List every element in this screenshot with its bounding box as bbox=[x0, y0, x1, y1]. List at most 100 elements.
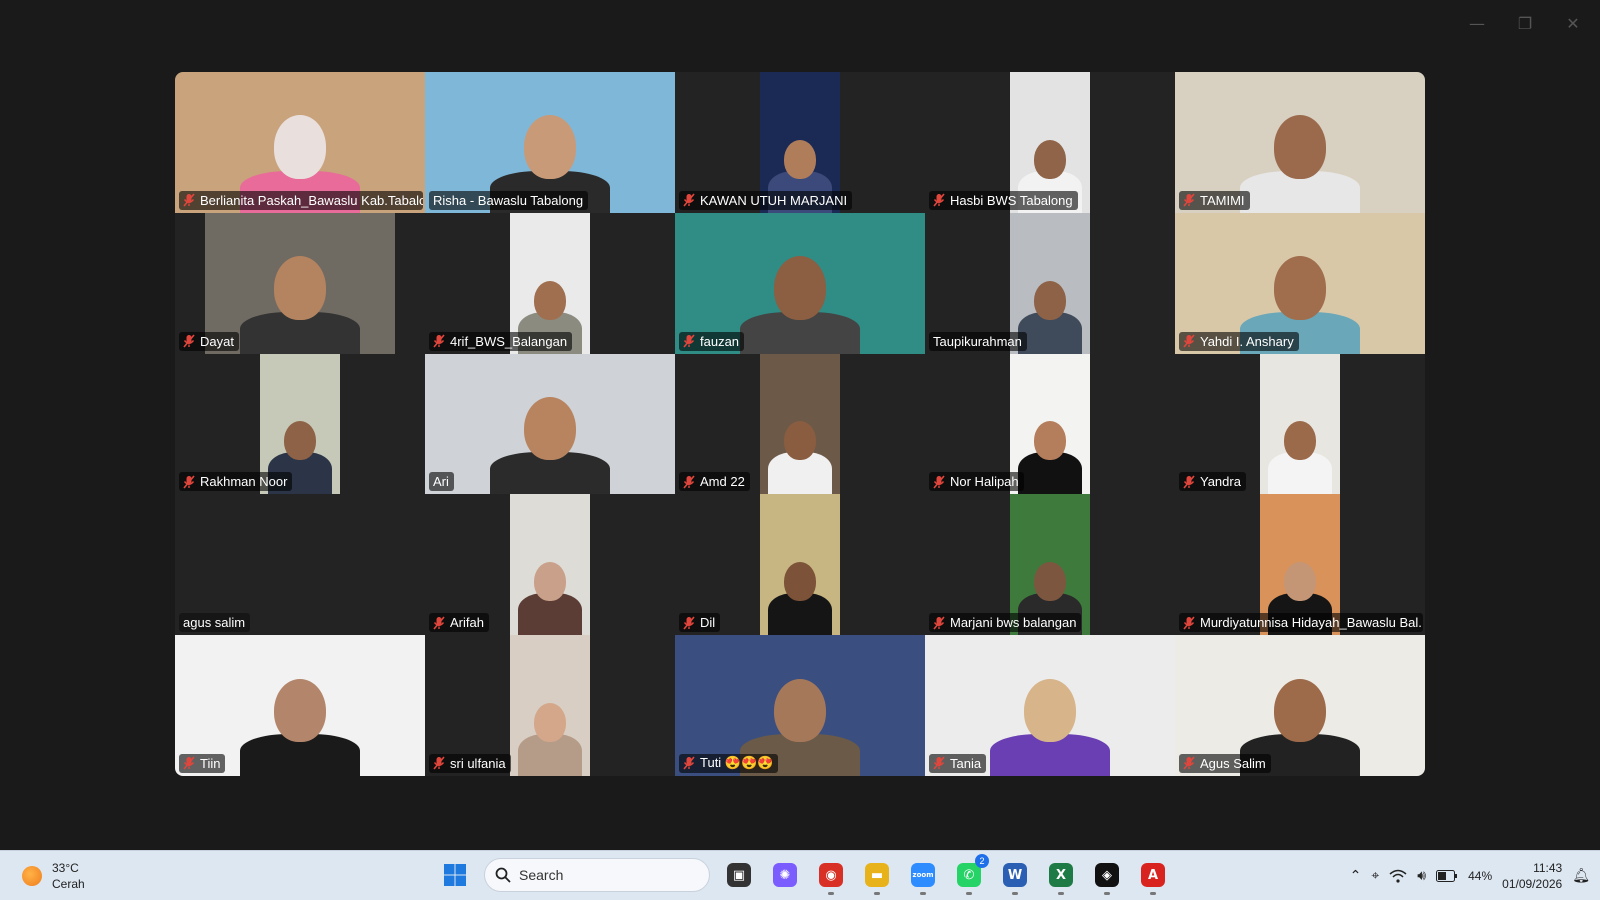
participant-tile[interactable]: Dayat bbox=[175, 212, 425, 354]
participant-tile[interactable]: Dil bbox=[675, 494, 925, 636]
participant-name: Tania bbox=[950, 755, 982, 771]
participant-name: sri ulfania bbox=[450, 755, 506, 771]
participant-tile[interactable]: Murdiyatunnisa Hidayah_Bawaslu Bal... bbox=[1175, 494, 1425, 636]
participant-face bbox=[1034, 562, 1066, 602]
participant-tile[interactable]: KAWAN UTUH MARJANI bbox=[675, 72, 925, 213]
weather-widget[interactable]: 33°C Cerah bbox=[22, 860, 85, 892]
participant-tile[interactable]: sri ulfania bbox=[425, 635, 675, 776]
participant-tile[interactable]: Tiin bbox=[175, 635, 425, 776]
participant-name: Dil bbox=[700, 615, 716, 631]
participant-video bbox=[425, 353, 675, 495]
chrome-taskbar-button[interactable]: ◉ bbox=[814, 858, 848, 895]
participant-tile[interactable]: Marjani bws balangan bbox=[925, 494, 1175, 636]
gallery-view: Berlianita Paskah_Bawaslu Kab.Tabalo... R… bbox=[175, 72, 1425, 776]
participant-tile[interactable]: Arifah bbox=[425, 494, 675, 636]
file-explorer-taskbar-button[interactable]: ▬ bbox=[860, 858, 894, 895]
participant-face bbox=[1034, 139, 1066, 179]
mic-muted-icon bbox=[683, 756, 695, 770]
mic-muted-icon bbox=[183, 475, 195, 489]
chevron-up-icon[interactable]: ⌃ bbox=[1350, 868, 1362, 884]
mic-muted-icon bbox=[1183, 193, 1195, 207]
minimize-icon[interactable]: — bbox=[1464, 10, 1490, 36]
participant-figure bbox=[240, 646, 360, 776]
participant-face bbox=[784, 139, 816, 179]
mic-muted-icon bbox=[183, 193, 195, 207]
participant-tile[interactable]: Hasbi BWS Tabalong bbox=[925, 72, 1175, 213]
participant-name-tag: Tania bbox=[929, 753, 987, 773]
wifi-icon[interactable] bbox=[1389, 869, 1407, 883]
volume-icon[interactable]: 🔊︎ bbox=[1417, 868, 1426, 884]
zoom-taskbar-button[interactable]: zoom bbox=[906, 858, 940, 895]
word-taskbar-button[interactable]: W bbox=[998, 858, 1032, 895]
participant-name-tag: Nor Halipah bbox=[929, 472, 1024, 492]
participant-name-tag: Amd 22 bbox=[679, 472, 750, 492]
participant-name: Dayat bbox=[200, 333, 234, 349]
taskbar-search[interactable]: Search bbox=[484, 858, 710, 892]
participant-face bbox=[524, 115, 576, 179]
participant-name-tag: Hasbi BWS Tabalong bbox=[929, 190, 1078, 210]
participant-name: Yandra bbox=[1200, 474, 1241, 490]
battery-icon[interactable] bbox=[1436, 870, 1458, 882]
capcut-taskbar-button[interactable]: ◈ bbox=[1090, 858, 1124, 895]
task-view-icon: ▣ bbox=[727, 863, 751, 887]
weather-temp: 33°C bbox=[52, 861, 79, 875]
mic-muted-icon bbox=[683, 193, 695, 207]
participant-name-tag: Agus Salim bbox=[1179, 753, 1271, 773]
running-indicator bbox=[1150, 892, 1156, 895]
participant-tile[interactable]: Risha - Bawaslu Tabalong bbox=[425, 72, 675, 213]
acrobat-taskbar-button[interactable]: A bbox=[1136, 858, 1170, 895]
location-icon[interactable]: ⌖ bbox=[1371, 868, 1379, 884]
participant-name: Murdiyatunnisa Hidayah_Bawaslu Bal... bbox=[1200, 615, 1423, 631]
search-label: Search bbox=[519, 867, 564, 883]
participant-tile[interactable]: Rakhman Noor bbox=[175, 353, 425, 495]
participant-face bbox=[534, 702, 566, 742]
participant-video bbox=[760, 353, 840, 495]
participant-tile[interactable]: fauzan bbox=[675, 212, 925, 354]
participant-tile[interactable]: Tuti 😍😍😍 bbox=[675, 635, 925, 776]
task-view-taskbar-button[interactable]: ▣ bbox=[722, 858, 756, 892]
word-icon: W bbox=[1003, 863, 1027, 887]
participant-tile[interactable]: TAMIMI bbox=[1175, 72, 1425, 213]
close-icon[interactable]: ✕ bbox=[1560, 10, 1586, 36]
start-button[interactable] bbox=[438, 858, 472, 892]
participant-tile[interactable]: agus salim bbox=[175, 494, 425, 636]
participant-figure bbox=[1018, 224, 1082, 354]
participant-tile[interactable]: Taupikurahman bbox=[925, 212, 1175, 354]
zoom-meeting-window: — ❐ ✕ Berlianita Paskah_Bawaslu Kab.Taba… bbox=[0, 0, 1600, 900]
copilot-icon: ✺ bbox=[773, 863, 797, 887]
participant-name: TAMIMI bbox=[1200, 192, 1245, 208]
participant-tile[interactable]: Yahdi I. Anshary bbox=[1175, 212, 1425, 354]
whatsapp-taskbar-button[interactable]: ✆ 2 bbox=[952, 854, 989, 895]
window-controls: — ❐ ✕ bbox=[1464, 10, 1586, 36]
copilot-taskbar-button[interactable]: ✺ bbox=[768, 858, 802, 892]
mic-muted-icon bbox=[1183, 616, 1195, 630]
participant-name: Agus Salim bbox=[1200, 755, 1266, 771]
mic-muted-icon bbox=[433, 334, 445, 348]
participant-face bbox=[274, 115, 326, 179]
participant-figure bbox=[1240, 83, 1360, 213]
mic-muted-icon bbox=[683, 334, 695, 348]
mic-muted-icon bbox=[183, 756, 195, 770]
participant-name: Rakhman Noor bbox=[200, 474, 288, 490]
participant-name: KAWAN UTUH MARJANI bbox=[700, 192, 848, 208]
notification-icon[interactable]: 🔔︎ bbox=[1572, 868, 1590, 884]
participant-tile[interactable]: 4rif_BWS_Balangan bbox=[425, 212, 675, 354]
participant-face bbox=[534, 280, 566, 320]
participant-name: Amd 22 bbox=[700, 474, 745, 490]
participant-figure bbox=[768, 505, 832, 636]
participant-tile[interactable]: Yandra bbox=[1175, 353, 1425, 495]
participant-face bbox=[1274, 678, 1326, 742]
participant-tile[interactable]: Ari bbox=[425, 353, 675, 495]
excel-taskbar-button[interactable]: X bbox=[1044, 858, 1078, 895]
running-indicator bbox=[1058, 892, 1064, 895]
participant-name-tag: Yahdi I. Anshary bbox=[1179, 331, 1299, 351]
clock[interactable]: 11:43 01/09/2026 bbox=[1502, 860, 1562, 892]
participant-figure bbox=[1018, 364, 1082, 495]
restore-icon[interactable]: ❐ bbox=[1512, 10, 1538, 36]
participant-tile[interactable]: Nor Halipah bbox=[925, 353, 1175, 495]
participant-tile[interactable]: Agus Salim bbox=[1175, 635, 1425, 776]
participant-tile[interactable]: Tania bbox=[925, 635, 1175, 776]
mic-muted-icon bbox=[433, 756, 445, 770]
participant-tile[interactable]: Berlianita Paskah_Bawaslu Kab.Tabalo... bbox=[175, 72, 425, 213]
participant-tile[interactable]: Amd 22 bbox=[675, 353, 925, 495]
